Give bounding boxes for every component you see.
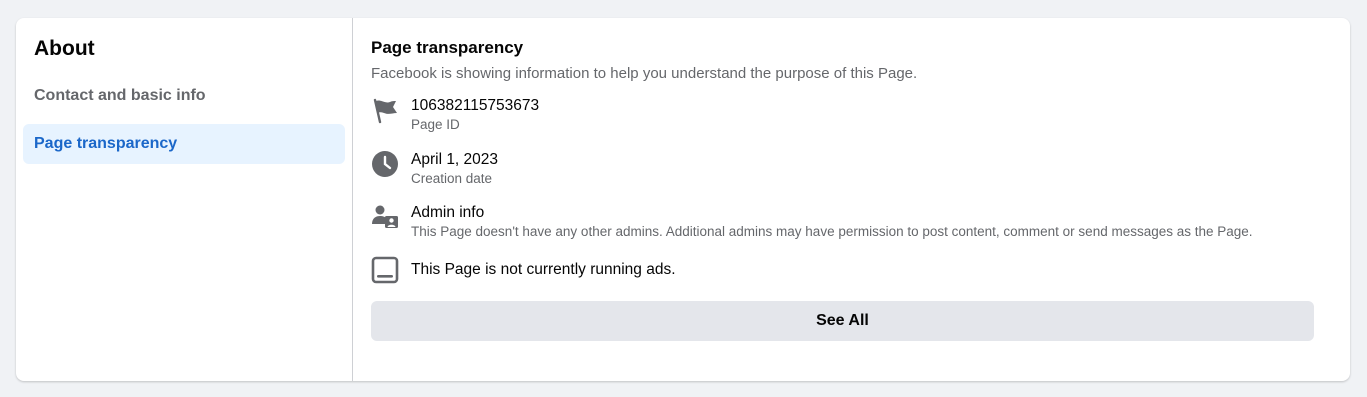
admin-info-title: Admin info bbox=[411, 204, 485, 221]
section-subtitle: Facebook is showing information to help … bbox=[371, 65, 918, 82]
creation-date-row: April 1, 2023 Creation date bbox=[371, 150, 1314, 187]
sidebar-title: About bbox=[34, 37, 95, 60]
flag-icon bbox=[371, 96, 399, 124]
admin-info-row: Admin info This Page doesn't have any ot… bbox=[371, 203, 1314, 240]
ads-status-text: This Page is not currently running ads. bbox=[411, 261, 676, 278]
page-transparency-section: Page transparency Facebook is showing in… bbox=[353, 18, 1350, 381]
see-all-button[interactable]: See All bbox=[371, 301, 1314, 341]
page-id-row: 106382115753673 Page ID bbox=[371, 96, 1314, 133]
page-id-value: 106382115753673 bbox=[411, 97, 540, 114]
admin-info-description: This Page doesn't have any other admins.… bbox=[411, 224, 1253, 239]
clock-icon bbox=[371, 150, 399, 178]
sidebar-item-contact-basic-info[interactable]: Contact and basic info bbox=[23, 76, 345, 116]
admin-icon bbox=[371, 203, 399, 231]
section-title: Page transparency bbox=[371, 38, 524, 57]
ads-row: This Page is not currently running ads. bbox=[371, 256, 1314, 284]
about-sidebar: About Contact and basic info Page transp… bbox=[16, 18, 353, 381]
creation-date-value: April 1, 2023 bbox=[411, 151, 499, 168]
sidebar-item-page-transparency[interactable]: Page transparency bbox=[23, 124, 345, 164]
creation-date-label: Creation date bbox=[411, 171, 493, 186]
sidebar-nav: Contact and basic info Page transparency bbox=[23, 76, 345, 164]
ads-icon bbox=[371, 256, 399, 284]
page-id-label: Page ID bbox=[411, 117, 460, 132]
about-card: About Contact and basic info Page transp… bbox=[16, 18, 1350, 381]
